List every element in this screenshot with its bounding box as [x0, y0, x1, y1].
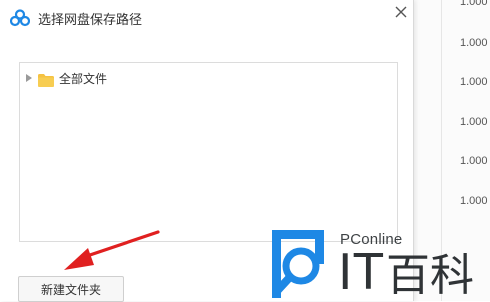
background-value: 1.000 — [460, 76, 488, 88]
watermark-it: IT — [338, 243, 385, 301]
folder-icon — [38, 72, 54, 87]
pconline-watermark: PConline IT 百科 — [270, 228, 490, 301]
baidu-cloud-icon — [9, 9, 31, 27]
search-magnifier-icon — [272, 230, 324, 298]
dialog-title-bar: 选择网盘保存路径 — [0, 0, 413, 36]
new-folder-button[interactable]: 新建文件夹 — [18, 276, 124, 302]
background-value: 1.000 — [460, 0, 488, 8]
background-value: 1.000 — [460, 195, 488, 207]
dialog-title: 选择网盘保存路径 — [38, 13, 143, 28]
tree-item-label: 全部文件 — [59, 71, 108, 86]
tree-item-all-files[interactable]: 全部文件 — [20, 67, 397, 89]
background-value: 1.000 — [460, 37, 488, 49]
folder-tree[interactable]: 全部文件 — [19, 62, 398, 242]
chevron-right-icon[interactable] — [24, 73, 34, 83]
watermark-name: 百科 — [386, 250, 474, 301]
background-value: 1.000 — [460, 155, 488, 167]
close-icon — [395, 6, 407, 18]
close-button[interactable] — [391, 2, 411, 22]
background-value: 1.000 — [460, 116, 488, 128]
